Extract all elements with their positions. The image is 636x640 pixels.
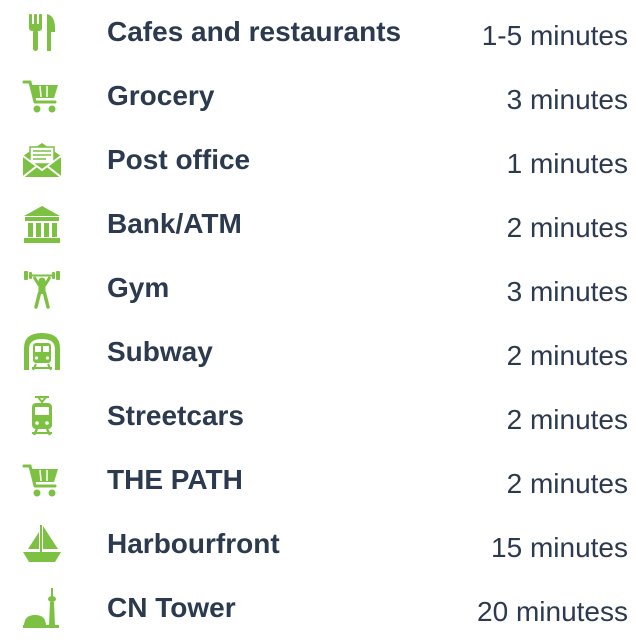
- item-label: CN Tower: [107, 592, 236, 623]
- list-item: Subway 2 minutes: [0, 324, 636, 380]
- list-item: Streetcars 2 minutes: [0, 388, 636, 444]
- item-label: Post office: [107, 144, 251, 175]
- bank-icon: [20, 202, 64, 246]
- shopping-cart-icon: [20, 458, 64, 502]
- list-item: Bank/ATM 2 minutes: [0, 196, 636, 252]
- list-item: Grocery 3 minutes: [0, 68, 636, 124]
- cn-tower-icon: [20, 586, 64, 630]
- item-time: 2 minutes: [506, 404, 628, 435]
- list-item: Cafes and restaurants 1-5 minutes: [0, 4, 636, 60]
- item-time: 1 minutes: [506, 148, 628, 179]
- envelope-icon: [20, 138, 64, 182]
- sailboat-icon: [20, 522, 64, 566]
- item-time: 15 minutes: [491, 532, 628, 563]
- streetcar-icon: [20, 394, 64, 438]
- item-label: THE PATH: [107, 464, 243, 495]
- item-label: Gym: [107, 272, 170, 303]
- item-time: 2 minutes: [506, 340, 628, 371]
- list-item: Harbourfront 15 minutes: [0, 516, 636, 572]
- weightlifter-icon: [20, 266, 64, 310]
- amenities-list: Cafes and restaurants 1-5 minutes Grocer…: [0, 0, 636, 628]
- item-time: 2 minutes: [506, 212, 628, 243]
- list-item: CN Tower 20 minutess: [0, 580, 636, 636]
- item-label: Subway: [107, 336, 213, 367]
- list-item: Gym 3 minutes: [0, 260, 636, 316]
- fork-knife-icon: [20, 10, 64, 54]
- item-time: 1-5 minutes: [481, 20, 628, 51]
- item-label: Streetcars: [107, 400, 244, 431]
- item-label: Harbourfront: [107, 528, 280, 559]
- item-label: Cafes and restaurants: [107, 16, 402, 47]
- item-label: Grocery: [107, 80, 215, 111]
- list-item: THE PATH 2 minutes: [0, 452, 636, 508]
- item-time: 3 minutes: [506, 276, 628, 307]
- item-time: 20 minutess: [477, 596, 628, 627]
- subway-icon: [20, 330, 64, 374]
- shopping-cart-icon: [20, 74, 64, 118]
- item-time: 2 minutes: [506, 468, 628, 499]
- item-time: 3 minutes: [506, 84, 628, 115]
- list-item: Post office 1 minutes: [0, 132, 636, 188]
- item-label: Bank/ATM: [107, 208, 242, 239]
